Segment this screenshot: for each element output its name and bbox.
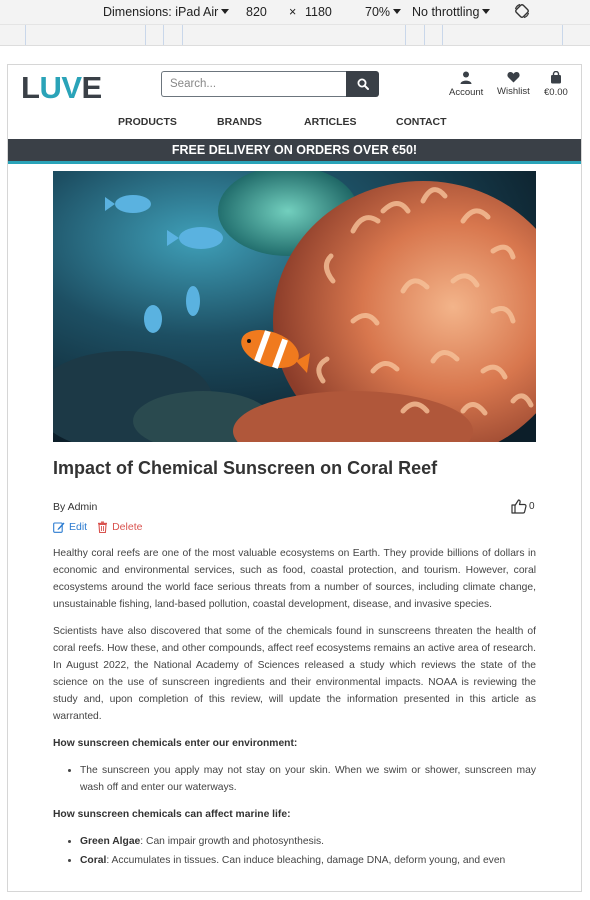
chevron-down-icon (393, 9, 402, 14)
main-nav: PRODUCTS BRANDS ARTICLES CONTACT (8, 115, 581, 135)
height-field[interactable]: 1180 (305, 5, 332, 19)
article-admin-actions: Edit Delete (53, 521, 142, 533)
throttling-selector[interactable]: No throttling (412, 5, 491, 19)
article-title: Impact of Chemical Sunscreen on Coral Re… (53, 458, 438, 478)
list-item: The sunscreen you apply may not stay on … (80, 762, 536, 796)
search-form (161, 71, 379, 97)
site-logo[interactable]: LUVE (21, 70, 102, 106)
article-hero-image (53, 171, 536, 442)
device-viewport: LUVE Account Wishlist €0.00 PRODUCTS B (7, 64, 582, 892)
edit-icon (53, 522, 65, 533)
delete-link[interactable]: Delete (97, 521, 142, 533)
like-button[interactable]: 0 (511, 499, 535, 514)
nav-item-articles[interactable]: ARTICLES (304, 116, 357, 128)
chevron-down-icon (221, 9, 230, 14)
article-list: Green Algae: Can impair growth and photo… (53, 833, 536, 869)
like-count: 0 (529, 501, 535, 512)
coral-reef-image (53, 171, 536, 442)
trash-icon (98, 521, 108, 533)
rotate-icon[interactable] (514, 3, 530, 19)
search-button[interactable] (346, 71, 379, 97)
heart-icon (507, 71, 520, 83)
thumbs-up-icon (511, 499, 527, 514)
width-field[interactable]: 820 (246, 5, 267, 19)
list-item: Coral: Accumulates in tissues. Can induc… (80, 852, 536, 869)
search-icon (357, 78, 369, 90)
shopping-bag-icon (550, 71, 561, 84)
article-list: The sunscreen you apply may not stay on … (53, 762, 536, 796)
nav-item-contact[interactable]: CONTACT (396, 116, 447, 128)
article-body: Healthy coral reefs are one of the most … (53, 545, 536, 879)
nav-item-brands[interactable]: BRANDS (217, 116, 262, 128)
wishlist-link[interactable]: Wishlist (497, 71, 530, 97)
account-link[interactable]: Account (449, 71, 483, 98)
delivery-banner: FREE DELIVERY ON ORDERS OVER €50! (8, 139, 581, 164)
chevron-down-icon (482, 9, 491, 14)
device-selector[interactable]: Dimensions: iPad Air (103, 5, 230, 19)
article-subheading: How sunscreen chemicals can affect marin… (53, 809, 291, 820)
zoom-selector[interactable]: 70% (365, 5, 402, 19)
search-input[interactable] (161, 71, 346, 97)
article-paragraph: Healthy coral reefs are one of the most … (53, 548, 536, 610)
cart-link[interactable]: €0.00 (544, 71, 568, 98)
user-icon (460, 71, 472, 84)
times-sign: × (289, 5, 297, 19)
edit-link[interactable]: Edit (53, 521, 87, 533)
article-author: By Admin (53, 501, 98, 513)
media-query-ruler (0, 24, 590, 46)
devtools-toolbar: Dimensions: iPad Air 820 × 1180 70% No t… (0, 0, 590, 24)
nav-item-products[interactable]: PRODUCTS (118, 116, 177, 128)
list-item: Green Algae: Can impair growth and photo… (80, 833, 536, 850)
article-paragraph: Scientists have also discovered that som… (53, 626, 536, 722)
article-subheading: How sunscreen chemicals enter our enviro… (53, 738, 298, 749)
